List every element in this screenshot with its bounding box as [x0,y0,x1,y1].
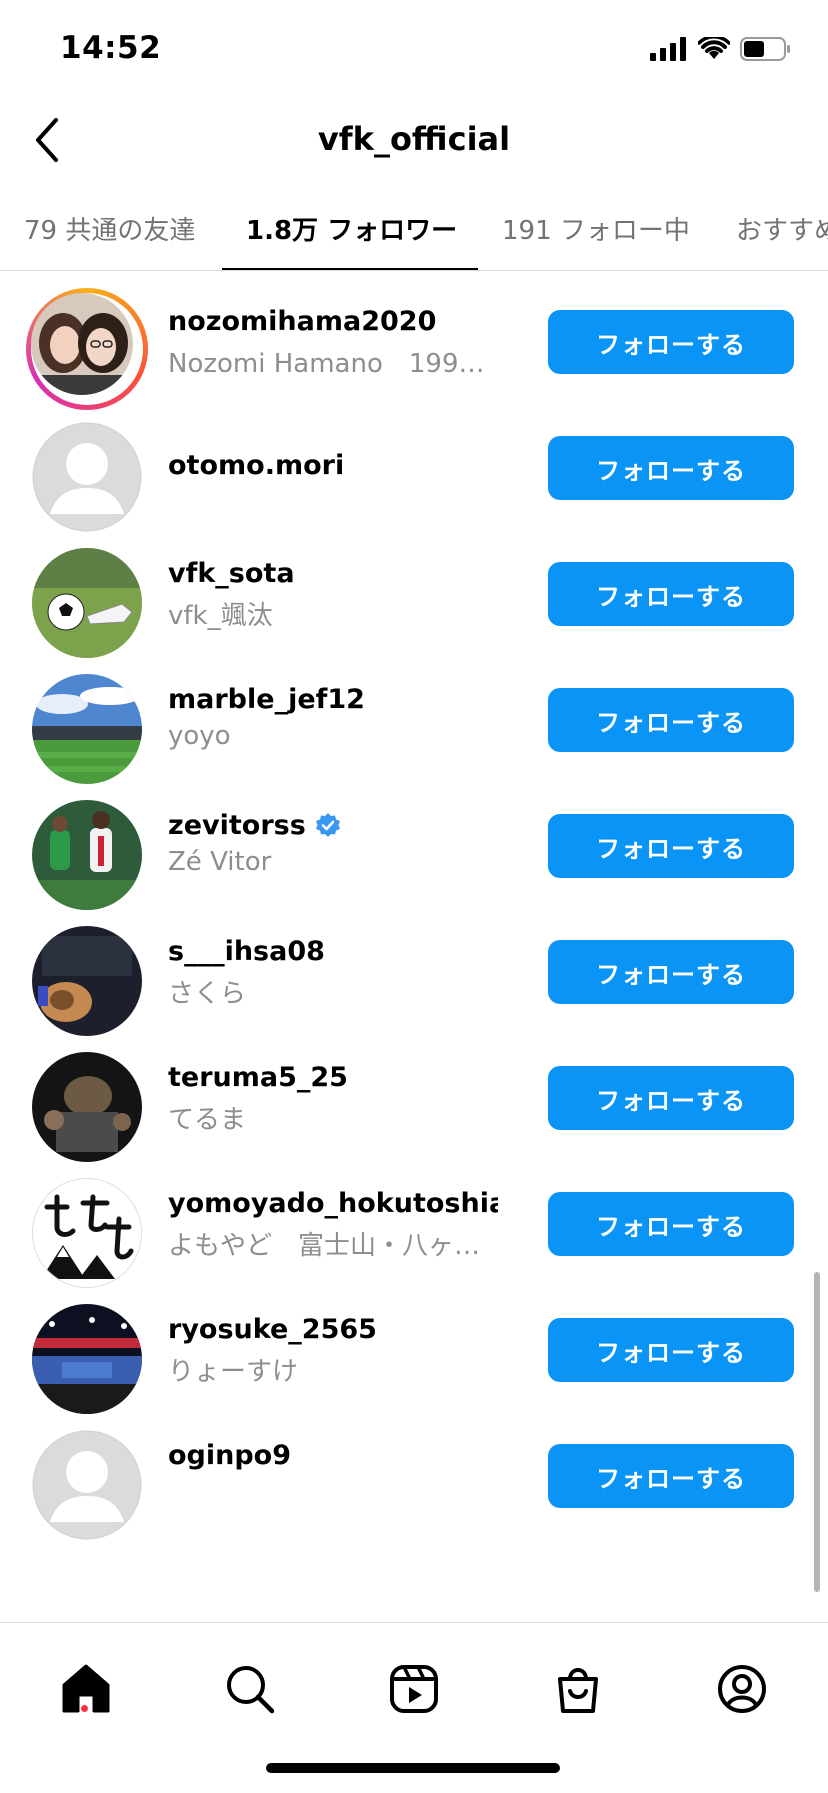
scrollbar[interactable] [814,1272,820,1592]
user-info: nozomihama2020 Nozomi Hamano 1994.... [168,306,498,380]
fullname: yoyo [168,721,231,751]
username[interactable]: teruma5_25 [168,1062,498,1093]
fullname: vfk_颯汰 [168,601,273,631]
page-title: vfk_official [317,120,511,158]
avatar[interactable] [32,674,142,784]
username[interactable]: s___ihsa08 [168,936,498,967]
tab-followers[interactable]: 1.8万 フォロワー [246,210,457,247]
signal-icon [650,37,686,61]
user-info: oginpo9 [168,1440,498,1471]
tab-suggested[interactable]: おすすめ [736,210,828,247]
status-time: 14:52 [60,30,162,66]
follow-button[interactable]: フォローする [548,1444,794,1508]
tab-mutual[interactable]: 79 共通の友達 [24,210,195,247]
fullname: さくら [168,979,247,1009]
tab-following[interactable]: 191 フォロー中 [502,210,690,247]
bottom-nav [0,1622,828,1793]
header: vfk_official [0,100,828,180]
avatar[interactable] [32,1430,142,1540]
yomoyado-logo-image [33,1179,141,1287]
follow-button[interactable]: フォローする [548,562,794,626]
follow-button[interactable]: フォローする [548,1192,794,1256]
default-avatar-icon [32,1430,142,1540]
follow-button[interactable]: フォローする [548,1066,794,1130]
avatar[interactable] [32,1052,142,1162]
list-item[interactable]: teruma5_25 てるま フォローする [0,1028,828,1172]
fullname: てるま [168,1105,247,1135]
list-item[interactable]: otomo.mori フォローする [0,398,828,542]
list-item[interactable]: yomoyado_hokutoshia... よもやど 富士山・八ヶ… フォロー… [0,1154,828,1298]
group-photo [32,1052,142,1162]
portrait-image [31,293,133,395]
shop-icon[interactable] [550,1661,606,1717]
follow-button[interactable]: フォローする [548,310,794,374]
avatar[interactable] [32,1304,142,1414]
default-avatar-icon [32,422,142,532]
avatar[interactable] [32,1178,142,1288]
follower-list[interactable]: nozomihama2020 Nozomi Hamano 1994.... フォ… [0,272,828,1622]
follow-button[interactable]: フォローする [548,688,794,752]
search-icon[interactable] [222,1661,278,1717]
follow-button[interactable]: フォローする [548,436,794,500]
list-item[interactable]: vfk_sota vfk_颯汰 フォローする [0,524,828,668]
fullname: Nozomi Hamano 1994.... [168,349,498,379]
follow-button[interactable]: フォローする [548,1318,794,1382]
list-item[interactable]: oginpo9 フォローする [0,1406,828,1550]
user-info: yomoyado_hokutoshia... よもやど 富士山・八ヶ… [168,1188,498,1262]
username[interactable]: oginpo9 [168,1440,498,1471]
username[interactable]: zevitorss [168,810,498,841]
avatar[interactable] [32,422,142,532]
list-item[interactable]: ryosuke_2565 りょーすけ フォローする [0,1280,828,1424]
verified-badge-icon [315,812,340,837]
user-info: marble_jef12 yoyo [168,684,498,751]
list-item[interactable]: nozomihama2020 Nozomi Hamano 1994.... フォ… [0,272,828,416]
stadium-photo [32,674,142,784]
username[interactable]: ryosuke_2565 [168,1314,498,1345]
dark-photo [32,926,142,1036]
arena-photo [32,1304,142,1414]
username[interactable]: yomoyado_hokutoshia... [168,1188,498,1219]
reels-icon[interactable] [386,1661,442,1717]
username[interactable]: marble_jef12 [168,684,498,715]
avatar[interactable] [32,800,142,910]
list-item[interactable]: s___ihsa08 さくら フォローする [0,902,828,1046]
user-info: vfk_sota vfk_颯汰 [168,558,498,632]
fullname: Zé Vitor [168,847,272,877]
battery-icon [740,37,790,61]
list-item[interactable]: zevitorss Zé Vitor フォローする [0,776,828,920]
user-info: ryosuke_2565 りょーすけ [168,1314,498,1388]
username[interactable]: nozomihama2020 [168,306,498,337]
user-info: s___ihsa08 さくら [168,936,498,1010]
status-icons [650,36,792,62]
fullname: よもやど 富士山・八ヶ… [168,1231,481,1261]
soccer-photo [32,548,142,658]
profile-icon[interactable] [714,1661,770,1717]
players-photo [32,800,142,910]
tab-indicator [222,268,478,270]
follow-button[interactable]: フォローする [548,814,794,878]
notification-dot [81,1705,88,1712]
user-info: otomo.mori [168,450,498,481]
home-indicator [266,1763,560,1773]
follow-button[interactable]: フォローする [548,940,794,1004]
username[interactable]: vfk_sota [168,558,498,589]
user-info: zevitorss Zé Vitor [168,810,498,877]
user-info: teruma5_25 てるま [168,1062,498,1136]
username[interactable]: otomo.mori [168,450,498,481]
avatar[interactable] [32,548,142,658]
tab-bar: 79 共通の友達 1.8万 フォロワー 191 フォロー中 おすすめ [0,190,828,271]
avatar[interactable] [32,926,142,1036]
wifi-icon [698,37,730,59]
list-item[interactable]: marble_jef12 yoyo フォローする [0,650,828,794]
avatar[interactable] [26,288,148,410]
status-bar: 14:52 [0,0,828,100]
fullname: りょーすけ [168,1357,299,1387]
